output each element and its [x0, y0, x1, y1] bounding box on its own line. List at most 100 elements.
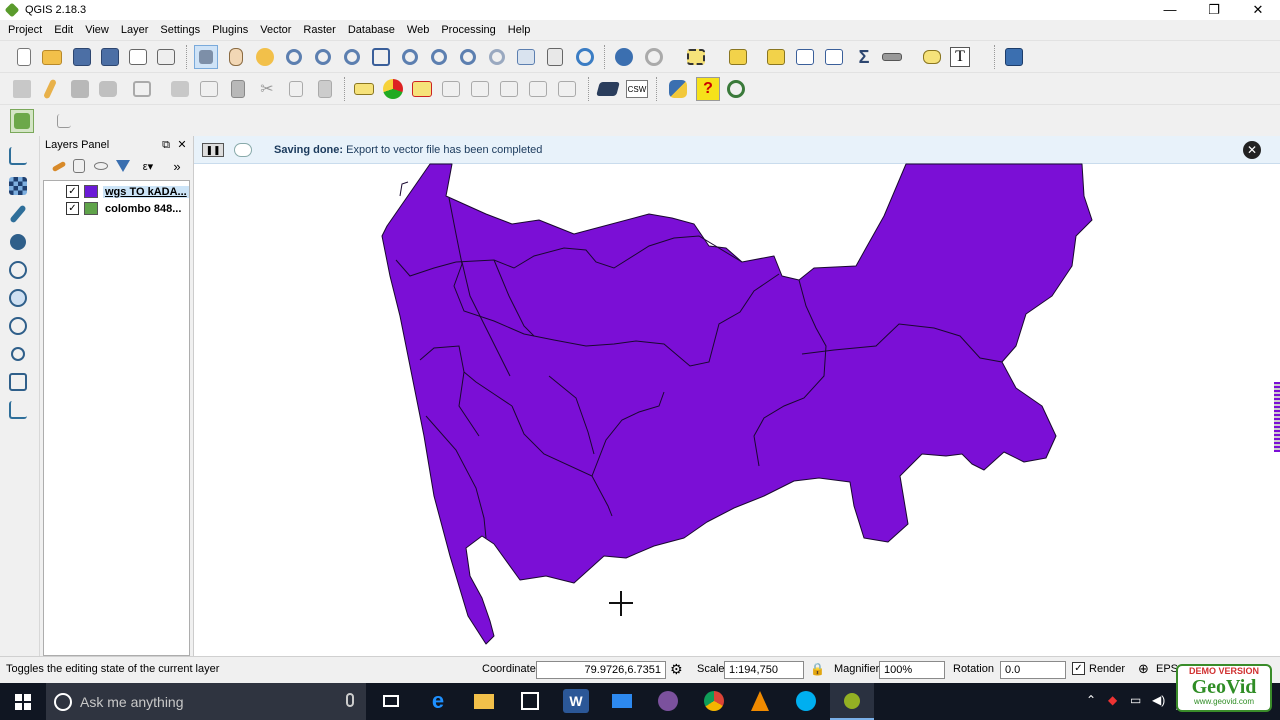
viber-icon[interactable]	[655, 689, 681, 713]
layer-name[interactable]: wgs TO kADA...	[103, 185, 189, 198]
refresh-icon[interactable]	[573, 45, 597, 69]
close-window-button[interactable]: ✕	[1236, 0, 1280, 20]
menu-plugins[interactable]: Plugins	[206, 20, 254, 40]
add-raster-layer-icon[interactable]	[6, 174, 30, 198]
qgis-taskbar-icon[interactable]	[830, 683, 874, 720]
add-wms-layer-icon[interactable]	[6, 258, 30, 282]
layer-visibility-checkbox[interactable]: ✓	[66, 185, 79, 198]
menu-vector[interactable]: Vector	[254, 20, 297, 40]
text-annotation-icon[interactable]: T	[950, 47, 970, 67]
move-feature-icon[interactable]	[168, 77, 192, 101]
map-tips-icon[interactable]	[920, 45, 944, 69]
store-icon[interactable]	[517, 689, 543, 713]
rotation-spinbox[interactable]: 0.0	[1000, 661, 1066, 679]
add-virtual-layer-icon[interactable]	[6, 342, 30, 366]
word-icon[interactable]: W	[563, 689, 589, 713]
save-as-icon[interactable]	[98, 45, 122, 69]
skype-icon[interactable]	[793, 689, 819, 713]
zoom-last-icon[interactable]	[456, 45, 480, 69]
menu-project[interactable]: Project	[2, 20, 48, 40]
menu-web[interactable]: Web	[401, 20, 435, 40]
grass-tools-icon[interactable]	[52, 109, 76, 133]
georeferencer-icon[interactable]	[10, 109, 34, 133]
new-map-view-icon[interactable]	[514, 45, 538, 69]
open-project-icon[interactable]	[40, 45, 64, 69]
zoom-out-icon[interactable]	[311, 45, 335, 69]
menu-help[interactable]: Help	[502, 20, 537, 40]
lock-scale-icon[interactable]: 🔒	[810, 662, 825, 676]
float-panel-icon[interactable]: ⧉	[159, 136, 173, 154]
zoom-to-layer-icon[interactable]	[427, 45, 451, 69]
remote-app-icon[interactable]	[609, 689, 635, 713]
zoom-native-icon[interactable]	[340, 45, 364, 69]
new-shapefile-layer-icon[interactable]	[6, 398, 30, 422]
add-delimited-text-icon[interactable]	[6, 370, 30, 394]
highlight-pinned-labels-icon[interactable]	[410, 77, 434, 101]
touch-zoom-pan-icon[interactable]	[194, 45, 218, 69]
menu-layer[interactable]: Layer	[115, 20, 155, 40]
zoom-next-icon[interactable]	[485, 45, 509, 69]
cortana-search-box[interactable]: Ask me anything	[46, 683, 366, 720]
filter-legend-icon[interactable]	[113, 156, 133, 176]
identify-features-icon[interactable]	[612, 45, 636, 69]
minimize-button[interactable]: —	[1148, 0, 1192, 20]
scale-combobox[interactable]: 1:194,750	[724, 661, 804, 679]
new-print-composer-icon[interactable]	[126, 45, 150, 69]
render-checkbox[interactable]: ✓	[1072, 662, 1085, 675]
action-icon[interactable]	[642, 45, 666, 69]
new-project-icon[interactable]	[12, 45, 36, 69]
menu-view[interactable]: View	[79, 20, 115, 40]
restore-button[interactable]: ❐	[1192, 0, 1236, 20]
diagram-icon[interactable]	[381, 77, 405, 101]
menu-edit[interactable]: Edit	[48, 20, 79, 40]
menu-settings[interactable]: Settings	[154, 20, 206, 40]
help-question-icon[interactable]: ?	[696, 77, 720, 101]
more-tools-icon[interactable]: »	[169, 156, 185, 176]
close-panel-icon[interactable]: ✕	[175, 136, 189, 154]
zoom-to-selection-icon[interactable]	[398, 45, 422, 69]
csw-icon[interactable]: CSW	[626, 80, 648, 98]
edge-browser-icon[interactable]: e	[425, 688, 451, 713]
layer-name[interactable]: colombo 848...	[103, 203, 183, 215]
add-spatialite-layer-icon[interactable]	[6, 202, 30, 226]
toggle-editing-icon[interactable]	[38, 77, 62, 101]
pan-to-selection-icon[interactable]	[253, 45, 277, 69]
add-postgis-layer-icon[interactable]	[6, 230, 30, 254]
save-edits-icon[interactable]	[68, 77, 92, 101]
select-by-value-icon[interactable]	[726, 45, 750, 69]
new-bookmark-icon[interactable]	[543, 45, 567, 69]
change-label-icon[interactable]	[555, 77, 579, 101]
crs-globe-icon[interactable]: ⊕	[1138, 661, 1149, 677]
coordinate-field[interactable]: 79.9726,6.7351	[536, 661, 666, 679]
layer-visibility-checkbox[interactable]: ✓	[66, 202, 79, 215]
tray-chevron-icon[interactable]: ⌃	[1086, 693, 1096, 707]
tray-volume-icon[interactable]: ◀)	[1152, 693, 1165, 707]
add-ring-icon[interactable]	[130, 77, 154, 101]
copy-features-icon[interactable]	[284, 77, 308, 101]
select-features-icon[interactable]	[684, 45, 708, 69]
plugin-search-icon[interactable]	[724, 77, 748, 101]
windows-start-icon[interactable]	[0, 683, 46, 720]
zoom-full-icon[interactable]	[369, 45, 393, 69]
layer-item[interactable]: ✓ wgs TO kADA...	[44, 183, 189, 200]
save-project-icon[interactable]	[70, 45, 94, 69]
add-group-icon[interactable]	[69, 156, 89, 176]
measure-icon[interactable]	[880, 45, 904, 69]
microphone-icon[interactable]	[346, 693, 354, 707]
help-context-icon[interactable]	[1002, 45, 1026, 69]
paste-features-icon[interactable]	[313, 77, 337, 101]
attribute-table-icon[interactable]	[793, 45, 817, 69]
tray-network-icon[interactable]: ▭	[1130, 693, 1141, 707]
vlc-icon[interactable]	[747, 689, 773, 713]
tray-antivirus-icon[interactable]: ◆	[1108, 693, 1117, 707]
task-view-icon[interactable]	[378, 689, 404, 713]
field-calculator-icon[interactable]	[822, 45, 846, 69]
statistics-sum-icon[interactable]: Σ	[852, 45, 876, 69]
metasearch-icon[interactable]	[596, 77, 620, 101]
magnifier-spinbox[interactable]: 100%	[879, 661, 945, 679]
file-explorer-icon[interactable]	[471, 689, 497, 713]
deselect-all-icon[interactable]	[764, 45, 788, 69]
style-manager-icon[interactable]	[49, 156, 69, 176]
python-console-icon[interactable]	[666, 77, 690, 101]
show-hide-labels-icon[interactable]	[468, 77, 492, 101]
